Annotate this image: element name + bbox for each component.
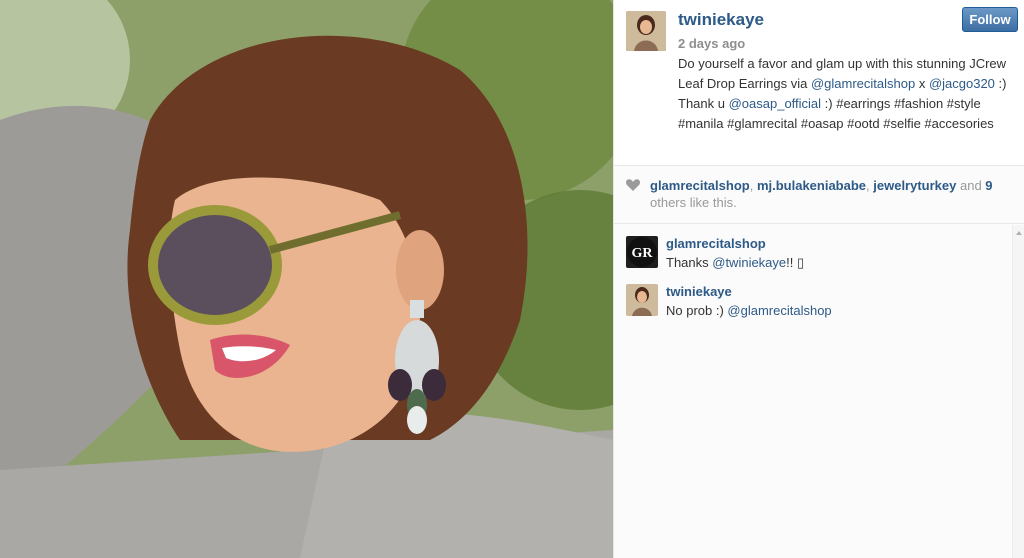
post-photo[interactable] xyxy=(0,0,613,558)
comment-text-prefix: Thanks xyxy=(666,255,713,270)
follow-button[interactable]: Follow xyxy=(962,7,1018,32)
comment-mention[interactable]: @twiniekaye xyxy=(712,255,786,270)
caption-mention[interactable]: @jacgo320 xyxy=(929,76,995,91)
post-header: twiniekaye 2 days ago Follow Do yourself… xyxy=(614,0,1024,166)
comments-scrollbar[interactable] xyxy=(1012,225,1024,558)
commenter-username[interactable]: twiniekaye xyxy=(666,284,732,299)
commenter-username[interactable]: glamrecitalshop xyxy=(666,236,766,251)
commenter-avatar-initials: GR xyxy=(632,246,654,261)
post-details-panel: twiniekaye 2 days ago Follow Do yourself… xyxy=(613,0,1024,558)
likes-others-text: others like this. xyxy=(650,195,737,210)
comment-text: No prob :) @glamrecitalshop xyxy=(666,303,832,318)
author-username[interactable]: twiniekaye xyxy=(678,10,764,30)
post-caption: Do yourself a favor and glam up with thi… xyxy=(678,54,1013,134)
comment-item: twiniekaye No prob :) @glamrecitalshop xyxy=(626,284,1006,324)
caption-mention[interactable]: @glamrecitalshop xyxy=(811,76,915,91)
liker-username[interactable]: glamrecitalshop xyxy=(650,178,750,193)
comment-mention[interactable]: @glamrecitalshop xyxy=(727,303,831,318)
post-photo-illustration xyxy=(0,0,613,558)
likes-summary: glamrecitalshop, mj.bulakeniababe, jewel… xyxy=(650,177,1010,211)
liker-username[interactable]: mj.bulakeniababe xyxy=(757,178,866,193)
comment-text-suffix: !! ▯ xyxy=(786,255,805,270)
comment-item: GR glamrecitalshop Thanks @twiniekaye!! … xyxy=(626,236,1006,276)
likes-count[interactable]: 9 xyxy=(985,178,992,193)
comment-text-prefix: No prob :) xyxy=(666,303,728,318)
scroll-up-arrow-icon[interactable] xyxy=(1016,231,1022,235)
author-avatar[interactable] xyxy=(626,11,666,51)
likes-section: glamrecitalshop, mj.bulakeniababe, jewel… xyxy=(614,166,1024,224)
post-timestamp[interactable]: 2 days ago xyxy=(678,36,745,51)
caption-mention[interactable]: @oasap_official xyxy=(729,96,821,111)
caption-text: x xyxy=(915,76,929,91)
heart-icon[interactable] xyxy=(626,179,640,191)
commenter-avatar[interactable]: GR xyxy=(626,236,658,268)
likes-separator: , xyxy=(749,178,757,193)
comments-list: GR glamrecitalshop Thanks @twiniekaye!! … xyxy=(614,225,1012,558)
commenter-avatar[interactable] xyxy=(626,284,658,316)
liker-username[interactable]: jewelryturkey xyxy=(873,178,956,193)
comment-text: Thanks @twiniekaye!! ▯ xyxy=(666,255,804,271)
likes-and-text: and xyxy=(956,178,986,193)
